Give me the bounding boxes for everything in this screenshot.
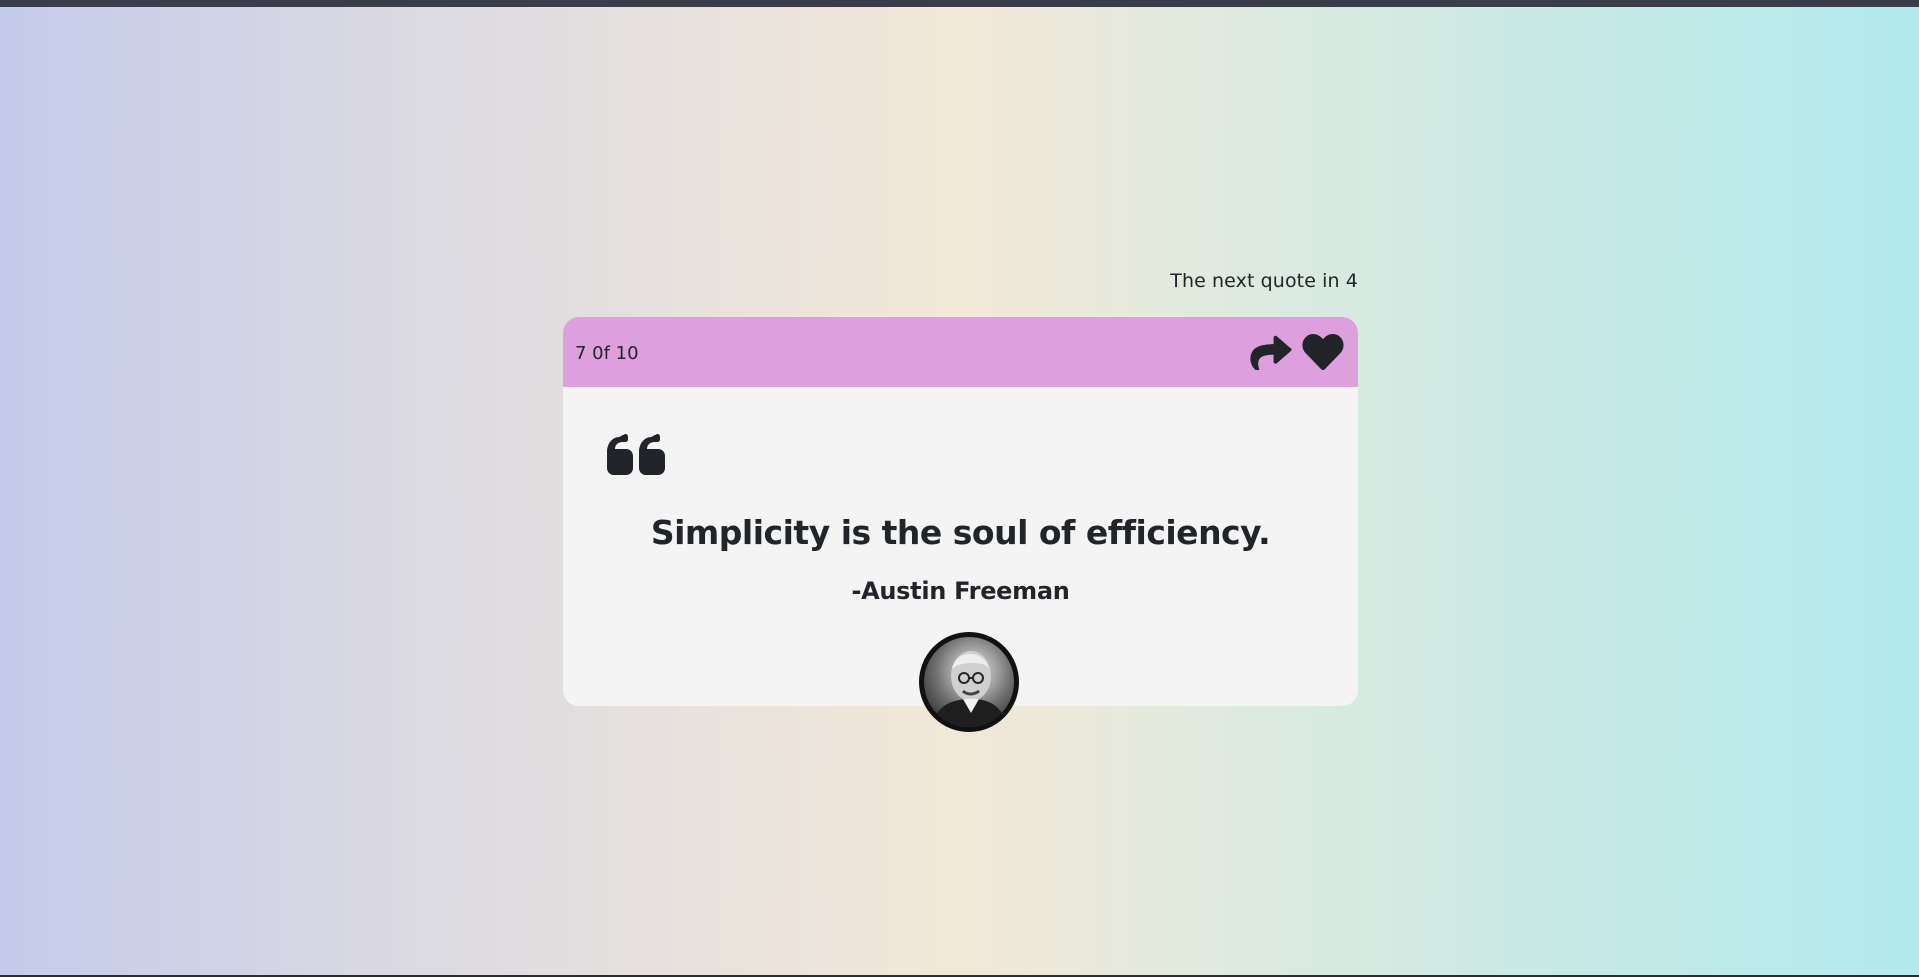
card-actions [1250,334,1344,370]
quote-author: -Austin Freeman [851,577,1070,605]
author-avatar [919,632,1019,732]
next-quote-countdown: The next quote in 4 [1170,270,1358,292]
card-header: 7 0f 10 [563,317,1358,387]
quote-card: 7 0f 10 Simplicity is the soul of effici… [563,317,1358,732]
quote-left-icon [605,427,667,479]
share-icon[interactable] [1250,334,1292,370]
heart-icon[interactable] [1302,334,1344,370]
quote-counter: 7 0f 10 [575,342,639,364]
quote-text: Simplicity is the soul of efficiency. [650,513,1271,552]
top-browser-strip [0,0,1919,7]
